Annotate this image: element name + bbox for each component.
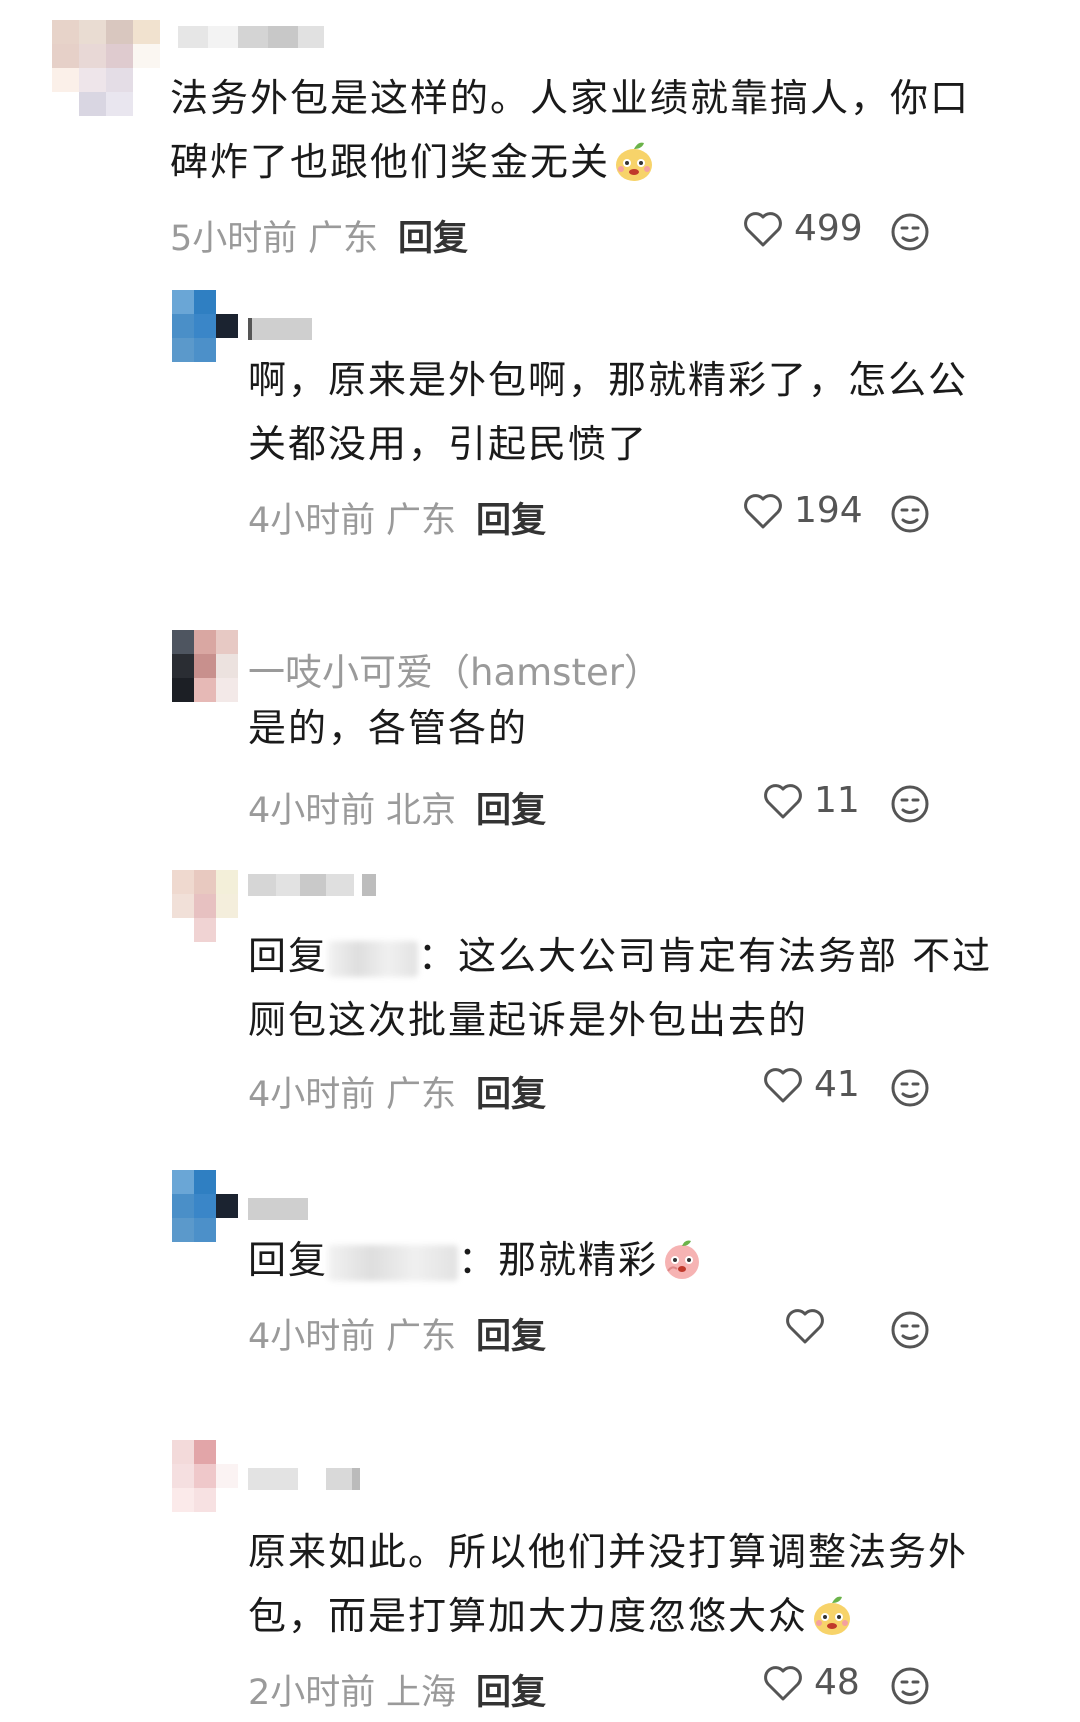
peach-face-emoji bbox=[665, 1240, 700, 1279]
reply-button[interactable]: 回复 bbox=[476, 782, 546, 833]
like-count: 48 bbox=[814, 1662, 860, 1703]
pear-face-emoji bbox=[616, 142, 653, 181]
comment-time: 4小时前 bbox=[248, 791, 376, 831]
pear-face-emoji bbox=[814, 1596, 851, 1635]
reply-prefix: 回复 bbox=[248, 1238, 329, 1282]
mentioned-user-blurred[interactable] bbox=[328, 1244, 459, 1281]
comment-time: 5小时前 bbox=[170, 219, 298, 259]
comment-reply-item: 原来如此。所以他们并没打算调整法务外 包，而是打算加大力度忽悠大众 2小时前 上… bbox=[0, 1410, 1080, 1722]
comment-line: 包，而是打算加大力度忽悠大众 bbox=[248, 1584, 968, 1648]
comment-line: 回复 ：这么大公司肯定有法务部 不过 bbox=[248, 924, 992, 988]
meh-face-icon[interactable] bbox=[890, 1068, 930, 1108]
meh-face-icon[interactable] bbox=[890, 494, 930, 534]
comment-line: 法务外包是这样的。人家业绩就靠搞人，你口 bbox=[170, 76, 971, 120]
meh-face-icon[interactable] bbox=[890, 784, 930, 824]
avatar[interactable] bbox=[172, 1440, 238, 1512]
like-count: 194 bbox=[794, 490, 863, 531]
heart-outline-icon bbox=[744, 211, 782, 246]
comment-line-text: ：那就精彩 bbox=[458, 1238, 659, 1282]
comment-line-text: 包，而是打算加大力度忽悠大众 bbox=[248, 1594, 809, 1638]
avatar[interactable] bbox=[172, 1170, 238, 1242]
comment-line: 是的，各管各的 bbox=[248, 706, 529, 750]
comment-location: 广东 bbox=[386, 1317, 457, 1357]
comment-location: 广东 bbox=[386, 501, 457, 541]
comment-line: 关都没用，引起民愤了 bbox=[248, 422, 649, 466]
comment-line: 啊，原来是外包啊，那就精彩了，怎么公 bbox=[248, 358, 969, 402]
comment-line: 厕包这次批量起诉是外包出去的 bbox=[248, 998, 809, 1042]
comment-location: 上海 bbox=[386, 1673, 457, 1713]
avatar[interactable] bbox=[172, 870, 238, 942]
comment-line: 回复 ：那就精彩 bbox=[248, 1228, 704, 1292]
comment-text: 法务外包是这样的。人家业绩就靠搞人，你口 碑炸了也跟他们奖金无关 bbox=[170, 66, 970, 194]
comment-line-text: 碑炸了也跟他们奖金无关 bbox=[170, 140, 611, 184]
username-blurred[interactable] bbox=[178, 26, 324, 48]
comment-location: 广东 bbox=[386, 1075, 457, 1115]
comment-text: 啊，原来是外包啊，那就精彩了，怎么公 关都没用，引起民愤了 bbox=[248, 348, 968, 476]
username-blurred[interactable] bbox=[248, 318, 312, 340]
comment-item: 法务外包是这样的。人家业绩就靠搞人，你口 碑炸了也跟他们奖金无关 5小时前 广东… bbox=[0, 0, 1080, 270]
like-count: 11 bbox=[814, 780, 860, 821]
comment-reply-item: 啊，原来是外包啊，那就精彩了，怎么公 关都没用，引起民愤了 4小时前 广东 回复… bbox=[0, 270, 1080, 560]
reply-button[interactable]: 回复 bbox=[476, 492, 546, 543]
like-button[interactable]: 499 bbox=[742, 208, 863, 249]
comment-text: 回复 ：这么大公司肯定有法务部 不过 厕包这次批量起诉是外包出去的 bbox=[248, 924, 992, 1052]
heart-outline-icon bbox=[764, 1665, 802, 1700]
like-button[interactable]: 11 bbox=[762, 780, 860, 821]
like-button[interactable] bbox=[784, 1306, 836, 1346]
like-button[interactable]: 48 bbox=[762, 1662, 860, 1703]
comment-time: 2小时前 bbox=[248, 1673, 376, 1713]
comment-time: 4小时前 bbox=[248, 1075, 376, 1115]
comment-reply-item: 回复 ：这么大公司肯定有法务部 不过 厕包这次批量起诉是外包出去的 4小时前 广东… bbox=[0, 850, 1080, 1170]
comment-location: 广东 bbox=[308, 219, 379, 259]
like-count: 41 bbox=[814, 1064, 860, 1105]
like-button[interactable]: 194 bbox=[742, 490, 863, 531]
heart-outline-icon bbox=[744, 493, 782, 528]
meh-face-icon[interactable] bbox=[890, 1310, 930, 1350]
comment-reply-item: 回复 ：那就精彩 4小时前 广东 回复 bbox=[0, 1170, 1080, 1410]
comment-text: 原来如此。所以他们并没打算调整法务外 包，而是打算加大力度忽悠大众 bbox=[248, 1520, 968, 1648]
avatar[interactable] bbox=[172, 290, 238, 362]
heart-outline-icon bbox=[786, 1309, 824, 1344]
comment-location: 北京 bbox=[386, 791, 457, 831]
username[interactable]: 一吱小可爱（hamster） bbox=[248, 642, 661, 696]
comment-text: 是的，各管各的 bbox=[248, 696, 528, 760]
comment-time: 4小时前 bbox=[248, 501, 376, 541]
reply-button[interactable]: 回复 bbox=[398, 210, 468, 261]
reply-prefix: 回复 bbox=[248, 934, 329, 978]
comment-text: 回复 ：那就精彩 bbox=[248, 1228, 704, 1292]
heart-outline-icon bbox=[764, 1067, 802, 1102]
comment-line: 原来如此。所以他们并没打算调整法务外 bbox=[248, 1530, 969, 1574]
reply-button[interactable]: 回复 bbox=[476, 1308, 546, 1359]
comment-time: 4小时前 bbox=[248, 1317, 376, 1357]
avatar[interactable] bbox=[172, 630, 238, 702]
mentioned-user-blurred[interactable] bbox=[328, 940, 419, 977]
comment-line-text: ：这么大公司肯定有法务部 不过 bbox=[418, 934, 993, 978]
username-blurred[interactable] bbox=[248, 874, 376, 896]
meh-face-icon[interactable] bbox=[890, 212, 930, 252]
avatar[interactable] bbox=[52, 20, 160, 116]
comment-line: 碑炸了也跟他们奖金无关 bbox=[170, 130, 970, 194]
reply-button[interactable]: 回复 bbox=[476, 1664, 546, 1715]
username-blurred[interactable] bbox=[248, 1198, 308, 1220]
comment-reply-item: 一吱小可爱（hamster） 是的，各管各的 4小时前 北京 回复 11 bbox=[0, 560, 1080, 850]
reply-button[interactable]: 回复 bbox=[476, 1066, 546, 1117]
meh-face-icon[interactable] bbox=[890, 1666, 930, 1706]
like-count: 499 bbox=[794, 208, 863, 249]
like-button[interactable]: 41 bbox=[762, 1064, 860, 1105]
heart-outline-icon bbox=[764, 783, 802, 818]
username-blurred[interactable] bbox=[248, 1468, 360, 1490]
